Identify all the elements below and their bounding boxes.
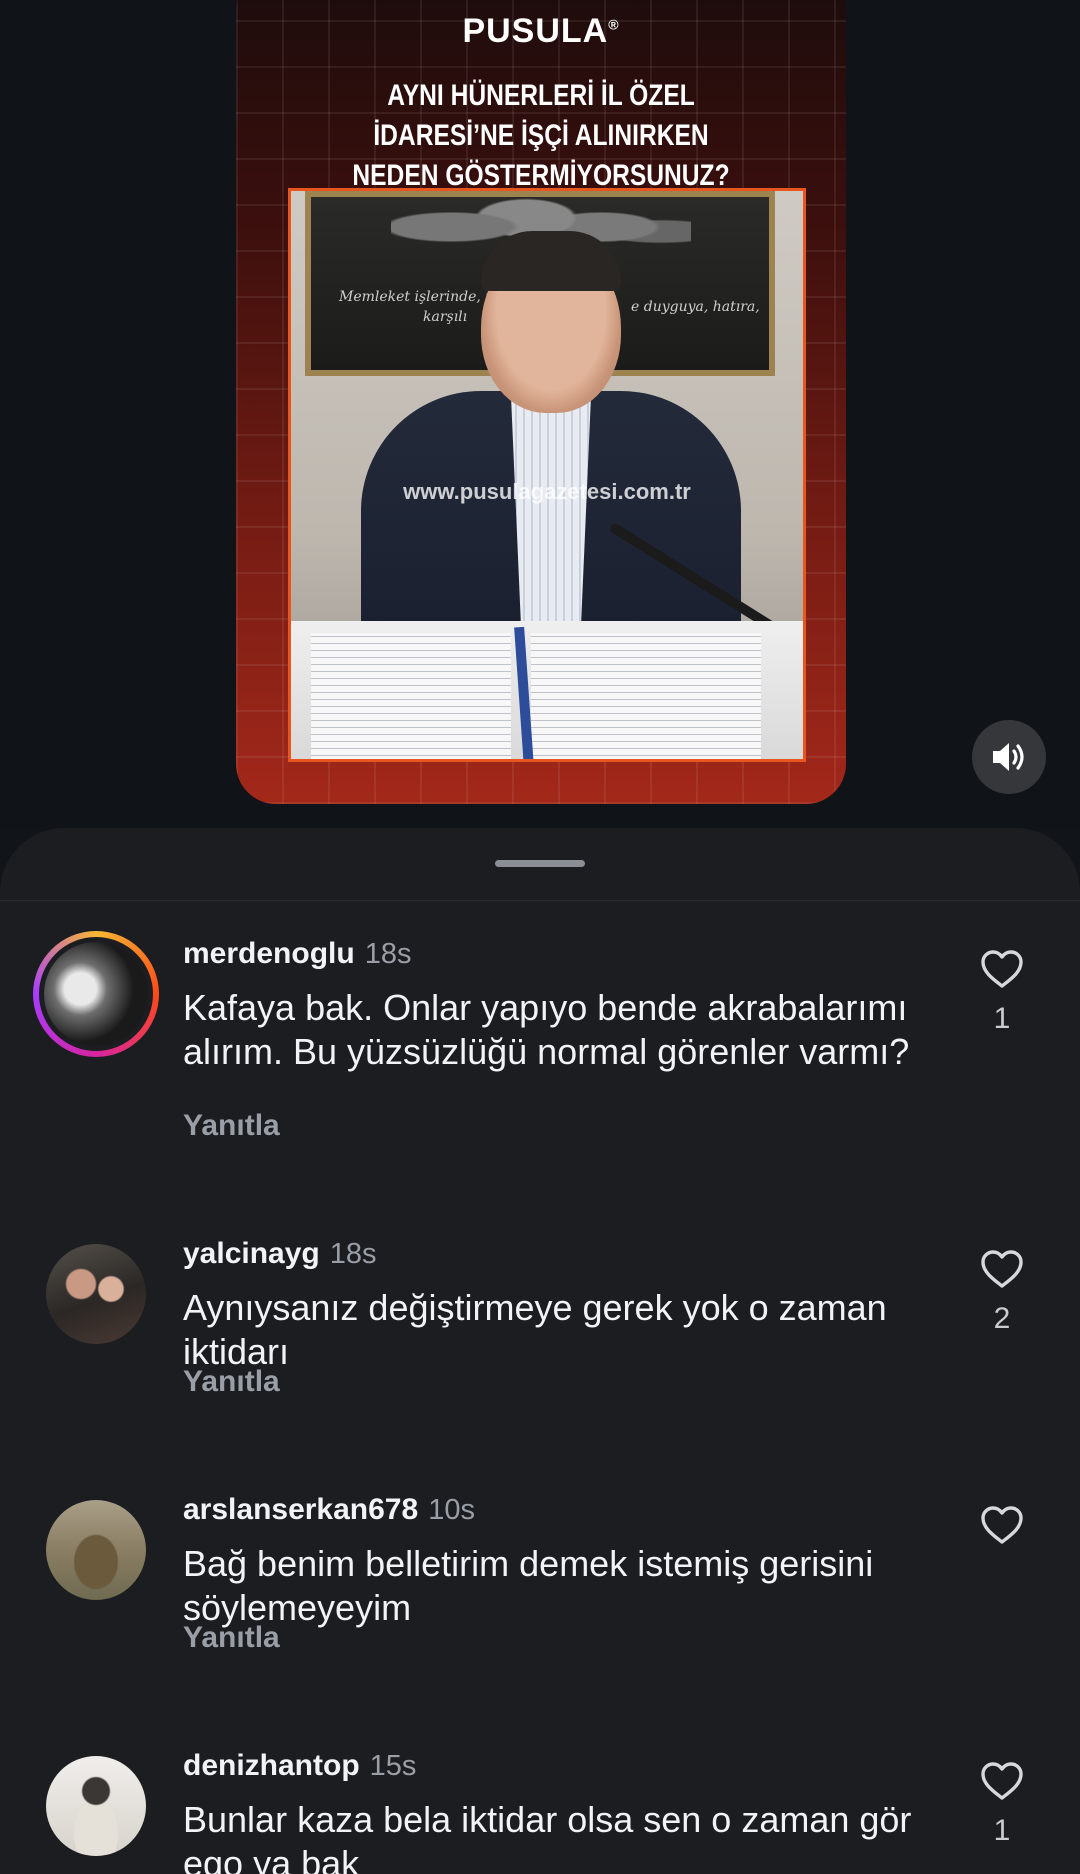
comment-username[interactable]: denizhantop — [183, 1749, 360, 1782]
comment-username[interactable]: merdenoglu — [183, 937, 355, 970]
document-right — [531, 633, 761, 759]
comment-text: Bağ benim belletirim demek istemiş geris… — [183, 1543, 874, 1628]
speaker-hair — [481, 231, 621, 291]
comment-time: 15s — [369, 1750, 417, 1782]
comment-username[interactable]: yalcinayg — [183, 1237, 320, 1270]
comment-item: arslanserkan678 10s Bağ benim belletirim … — [0, 1456, 1080, 1712]
like-count: 2 — [993, 1302, 1011, 1335]
speaker-volume-icon — [993, 743, 1024, 771]
like-count: 1 — [993, 1002, 1011, 1035]
like-count: 1 — [993, 1814, 1011, 1847]
portrait-script-left-2: karşılı — [423, 309, 468, 325]
avatar[interactable] — [46, 1500, 146, 1600]
brand-name: PUSULA — [462, 12, 609, 50]
avatar-image — [39, 937, 153, 1051]
heart-icon[interactable] — [979, 948, 1025, 990]
video-watermark: www.pusulagazetesi.com.tr — [403, 479, 691, 504]
reply-button[interactable]: Yanıtla — [183, 1109, 280, 1143]
avatar[interactable] — [33, 931, 159, 1057]
comment-item: merdenoglu 18s Kafaya bak. Onlar yapıyo b… — [0, 900, 1080, 1200]
like-control[interactable] — [974, 1504, 1030, 1558]
reel-video-card[interactable]: PUSULA® AYNI HÜNERLERİ İL ÖZEL İDARESİ’N… — [236, 0, 846, 804]
brand-registered-mark: ® — [608, 16, 620, 33]
comment-header: arslanserkan678 10s — [183, 1492, 475, 1527]
comment-text: Bunlar kaza bela iktidar olsa sen o zama… — [183, 1799, 912, 1874]
sheet-drag-handle[interactable] — [495, 860, 585, 867]
comment-item: denizhantop 15s Bunlar kaza bela iktidar … — [0, 1712, 1080, 1874]
comment-text: Kafaya bak. Onlar yapıyo bende akrabalar… — [183, 987, 910, 1072]
like-control[interactable]: 1 — [974, 1760, 1030, 1848]
comment-text: Aynıysanız değiştirmeye gerek yok o zama… — [183, 1287, 887, 1372]
like-control[interactable]: 1 — [974, 948, 1030, 1036]
reply-button[interactable]: Yanıtla — [183, 1621, 280, 1655]
heart-icon[interactable] — [979, 1504, 1025, 1546]
comment-header: yalcinayg 18s — [183, 1236, 377, 1271]
reel-brand-logo: PUSULA® — [236, 12, 846, 51]
comment-header: merdenoglu 18s — [183, 936, 411, 971]
comment-time: 18s — [364, 938, 412, 970]
heart-icon[interactable] — [979, 1760, 1025, 1802]
portrait-script-right: e duyguya, hatıra, — [631, 299, 760, 315]
comment-time: 18s — [329, 1238, 377, 1270]
comment-username[interactable]: arslanserkan678 — [183, 1493, 418, 1526]
comment-header: denizhantop 15s — [183, 1748, 416, 1783]
avatar[interactable] — [46, 1756, 146, 1856]
avatar[interactable] — [46, 1244, 146, 1344]
reply-button[interactable]: Yanıtla — [183, 1365, 280, 1399]
document-left — [311, 633, 511, 759]
sound-toggle-button[interactable] — [972, 720, 1046, 794]
headline-line-1: AYNI HÜNERLERİ İL ÖZEL İDARESİ’NE İŞÇİ A… — [373, 79, 709, 152]
reel-video-area[interactable]: PUSULA® AYNI HÜNERLERİ İL ÖZEL İDARESİ’N… — [0, 0, 1080, 828]
comments-sheet: merdenoglu 18s Kafaya bak. Onlar yapıyo b… — [0, 828, 1080, 1874]
video-frame: Memleket işlerinde, mille karşılı e duyg… — [288, 188, 806, 762]
reel-headline: AYNI HÜNERLERİ İL ÖZEL İDARESİ’NE İŞÇİ A… — [316, 76, 767, 196]
like-control[interactable]: 2 — [974, 1248, 1030, 1336]
comment-time: 10s — [428, 1494, 475, 1526]
heart-icon[interactable] — [979, 1248, 1025, 1290]
comment-item: yalcinayg 18s Aynıysanız değiştirmeye ger… — [0, 1200, 1080, 1456]
